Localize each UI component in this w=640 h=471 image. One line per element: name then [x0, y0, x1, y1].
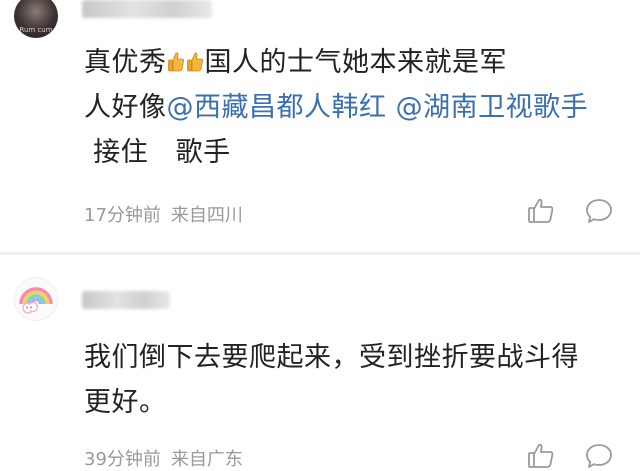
comment-time: 17分钟前 [84, 205, 161, 226]
comment-item: 我们倒下去要爬起来，受到挫折要战斗得更好。 39分钟前 来自广东 [0, 255, 640, 471]
comment-meta: 17分钟前 来自四川 [84, 201, 243, 227]
avatar[interactable] [14, 277, 58, 321]
thumbs-up-outline-icon [528, 198, 554, 223]
comment-time: 39分钟前 [84, 449, 161, 470]
comment-text: 我们倒下去要爬起来，受到挫折要战斗得更好。 [84, 342, 579, 418]
comment-text-part: 接住 歌手 [84, 137, 231, 168]
mention-link[interactable]: @西藏昌都人韩红 [167, 92, 387, 123]
comment-item: Rum cum 真优秀 国人的士气她本来就是军人好像@西藏昌都人韩红 @湖南卫视歌… [0, 0, 640, 252]
username-blurred[interactable] [82, 291, 170, 309]
avatar-caption: Rum cum [19, 26, 53, 34]
comment-location: 来自广东 [170, 449, 243, 470]
comment-location: 来自四川 [170, 205, 243, 226]
comment-text-part: 真优秀 [84, 47, 167, 78]
speech-bubble-icon [586, 199, 612, 223]
thumbs-up-outline-icon [528, 443, 554, 468]
like-button[interactable] [526, 441, 556, 471]
thumbs-up-icon [186, 52, 203, 72]
comment-text-part: 人好像 [84, 92, 167, 123]
avatar[interactable]: Rum cum [14, 0, 58, 38]
thumbs-up-icon [167, 52, 184, 72]
comment-text: 真优秀 国人的士气她本来就是军人好像@西藏昌都人韩红 @湖南卫视歌手 接住 歌手 [84, 40, 604, 175]
comment-text-part: 国人的士气她本来就是军 [204, 47, 507, 78]
comment-meta: 39分钟前 来自广东 [84, 445, 243, 471]
reply-button[interactable] [584, 196, 614, 226]
like-button[interactable] [526, 196, 556, 226]
reply-button[interactable] [584, 441, 614, 471]
mention-link[interactable]: @湖南卫视歌手 [396, 92, 589, 123]
rainbow-cloud-icon [19, 287, 53, 314]
speech-bubble-icon [586, 444, 612, 468]
username-blurred[interactable] [82, 0, 212, 18]
